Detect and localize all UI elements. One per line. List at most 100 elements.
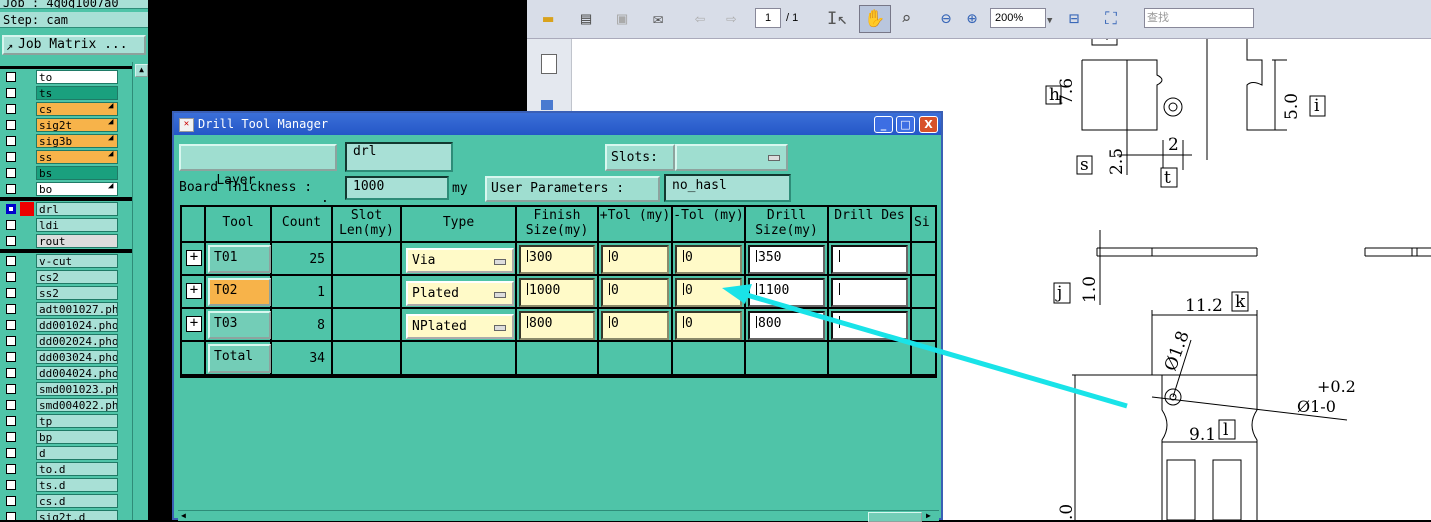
- minus-tol-input[interactable]: 0: [675, 311, 742, 340]
- layer-row[interactable]: ts.d: [0, 477, 132, 493]
- layer-row[interactable]: bo ◢: [0, 181, 132, 197]
- fit-width-icon[interactable]: ⛶: [1105, 9, 1117, 29]
- layer-name[interactable]: ldi: [36, 218, 118, 232]
- layer-name[interactable]: sig3b: [36, 134, 118, 148]
- layer-checkbox[interactable]: [6, 136, 16, 146]
- drill-size-input[interactable]: 800: [748, 311, 825, 340]
- save-icon[interactable]: ▣: [617, 9, 627, 29]
- layer-row[interactable]: cs.d: [0, 493, 132, 509]
- layer-input[interactable]: drl: [345, 142, 453, 172]
- select-text-icon[interactable]: I↖: [827, 9, 847, 29]
- layer-checkbox[interactable]: [6, 256, 16, 266]
- close-button[interactable]: X: [919, 116, 938, 133]
- type-select[interactable]: Via: [406, 248, 514, 273]
- layer-checkbox[interactable]: [6, 88, 16, 98]
- layer-row[interactable]: dd003024.pho: [0, 349, 132, 365]
- layer-name[interactable]: sig2t: [36, 118, 118, 132]
- next-page-icon[interactable]: ⇨: [726, 9, 736, 29]
- layer-row[interactable]: dd002024.pho: [0, 333, 132, 349]
- layer-row[interactable]: tp: [0, 413, 132, 429]
- layer-row[interactable]: to: [0, 69, 132, 85]
- layer-row[interactable]: smd004022.pho: [0, 397, 132, 413]
- layer-name[interactable]: adt001027.pho: [36, 302, 118, 316]
- layer-checkbox[interactable]: [6, 120, 16, 130]
- layer-checkbox[interactable]: [6, 400, 16, 410]
- layer-name[interactable]: ss: [36, 150, 118, 164]
- layer-row[interactable]: bs: [0, 165, 132, 181]
- drill-des-input[interactable]: [831, 311, 908, 340]
- horizontal-scrollbar[interactable]: ◀ ▶: [178, 510, 939, 522]
- attachment-icon[interactable]: [541, 100, 553, 110]
- layer-row[interactable]: dd001024.pho: [0, 317, 132, 333]
- scroll-right-icon[interactable]: ▶: [926, 512, 931, 520]
- drill-des-input[interactable]: [831, 278, 908, 307]
- layer-checkbox[interactable]: [6, 384, 16, 394]
- layer-row[interactable]: ss ◢: [0, 149, 132, 165]
- layer-row[interactable]: sig3b ◢: [0, 133, 132, 149]
- layer-name[interactable]: ss2: [36, 286, 118, 300]
- layer-checkbox[interactable]: [6, 184, 16, 194]
- layer-name[interactable]: cs: [36, 102, 118, 116]
- layer-checkbox[interactable]: [6, 320, 16, 330]
- tool-button[interactable]: T03: [208, 311, 271, 339]
- layer-checkbox[interactable]: [6, 432, 16, 442]
- layer-name[interactable]: drl: [36, 202, 118, 216]
- layer-checkbox[interactable]: [6, 496, 16, 506]
- layer-name[interactable]: bp: [36, 430, 118, 444]
- print-icon[interactable]: ▤: [581, 9, 591, 29]
- finish-size-input[interactable]: 300: [519, 245, 595, 274]
- layer-row[interactable]: ldi: [0, 217, 132, 233]
- layer-name[interactable]: bo: [36, 182, 118, 196]
- job-matrix-button[interactable]: ↗ Job Matrix ...: [2, 35, 146, 55]
- finish-size-input[interactable]: 1000: [519, 278, 595, 307]
- layer-row[interactable]: ss2: [0, 285, 132, 301]
- layer-checkbox[interactable]: [6, 104, 16, 114]
- layer-row[interactable]: sig2t.d: [0, 509, 132, 520]
- maximize-button[interactable]: □: [896, 116, 915, 133]
- layer-name[interactable]: cs.d: [36, 494, 118, 508]
- plus-tol-input[interactable]: 0: [601, 278, 669, 307]
- layer-name[interactable]: bs: [36, 166, 118, 180]
- user-parameters-input[interactable]: no_hasl: [664, 174, 791, 202]
- layer-checkbox[interactable]: [6, 448, 16, 458]
- layer-checkbox[interactable]: [6, 204, 16, 214]
- type-select[interactable]: NPlated: [406, 314, 514, 339]
- drill-size-input[interactable]: 1100: [748, 278, 825, 307]
- layer-name[interactable]: dd004024.pho: [36, 366, 118, 380]
- layer-checkbox[interactable]: [6, 152, 16, 162]
- dialog-titlebar[interactable]: ✕ Drill Tool Manager _ □ X: [174, 113, 941, 135]
- layer-checkbox[interactable]: [6, 220, 16, 230]
- layer-name[interactable]: cs2: [36, 270, 118, 284]
- find-input[interactable]: 查找: [1144, 8, 1254, 28]
- layer-checkbox[interactable]: [6, 336, 16, 346]
- tool-button[interactable]: T02: [208, 278, 271, 306]
- layer-row[interactable]: cs2: [0, 269, 132, 285]
- layer-name[interactable]: dd002024.pho: [36, 334, 118, 348]
- expand-icon[interactable]: +: [186, 283, 202, 299]
- user-parameters-button[interactable]: User Parameters :: [485, 176, 660, 202]
- scroll-left-icon[interactable]: ◀: [181, 512, 186, 520]
- drill-size-input[interactable]: 350: [748, 245, 825, 274]
- layer-name[interactable]: d: [36, 446, 118, 460]
- layer-checkbox[interactable]: [6, 416, 16, 426]
- hand-tool-icon[interactable]: ✋: [859, 5, 891, 33]
- slots-select[interactable]: No: [675, 144, 788, 188]
- drill-des-input[interactable]: [831, 245, 908, 274]
- layer-checkbox[interactable]: [6, 304, 16, 314]
- layer-name[interactable]: smd004022.pho: [36, 398, 118, 412]
- zoom-tool-icon[interactable]: ⌕: [901, 9, 911, 29]
- layer-row[interactable]: cs ◢: [0, 101, 132, 117]
- layer-row[interactable]: ts: [0, 85, 132, 101]
- expand-icon[interactable]: +: [186, 316, 202, 332]
- minus-tol-input[interactable]: 0: [675, 278, 742, 307]
- scroll-up-icon[interactable]: ▲: [135, 64, 148, 77]
- tool-button[interactable]: T01: [208, 245, 271, 273]
- plus-tol-input[interactable]: 0: [601, 311, 669, 340]
- layer-checkbox[interactable]: [6, 72, 16, 82]
- layer-row[interactable]: smd001023.pho: [0, 381, 132, 397]
- layer-checkbox[interactable]: [6, 288, 16, 298]
- layer-row[interactable]: drl: [0, 201, 132, 217]
- pages-icon[interactable]: [541, 54, 557, 74]
- expand-icon[interactable]: +: [186, 250, 202, 266]
- layer-name[interactable]: ts: [36, 86, 118, 100]
